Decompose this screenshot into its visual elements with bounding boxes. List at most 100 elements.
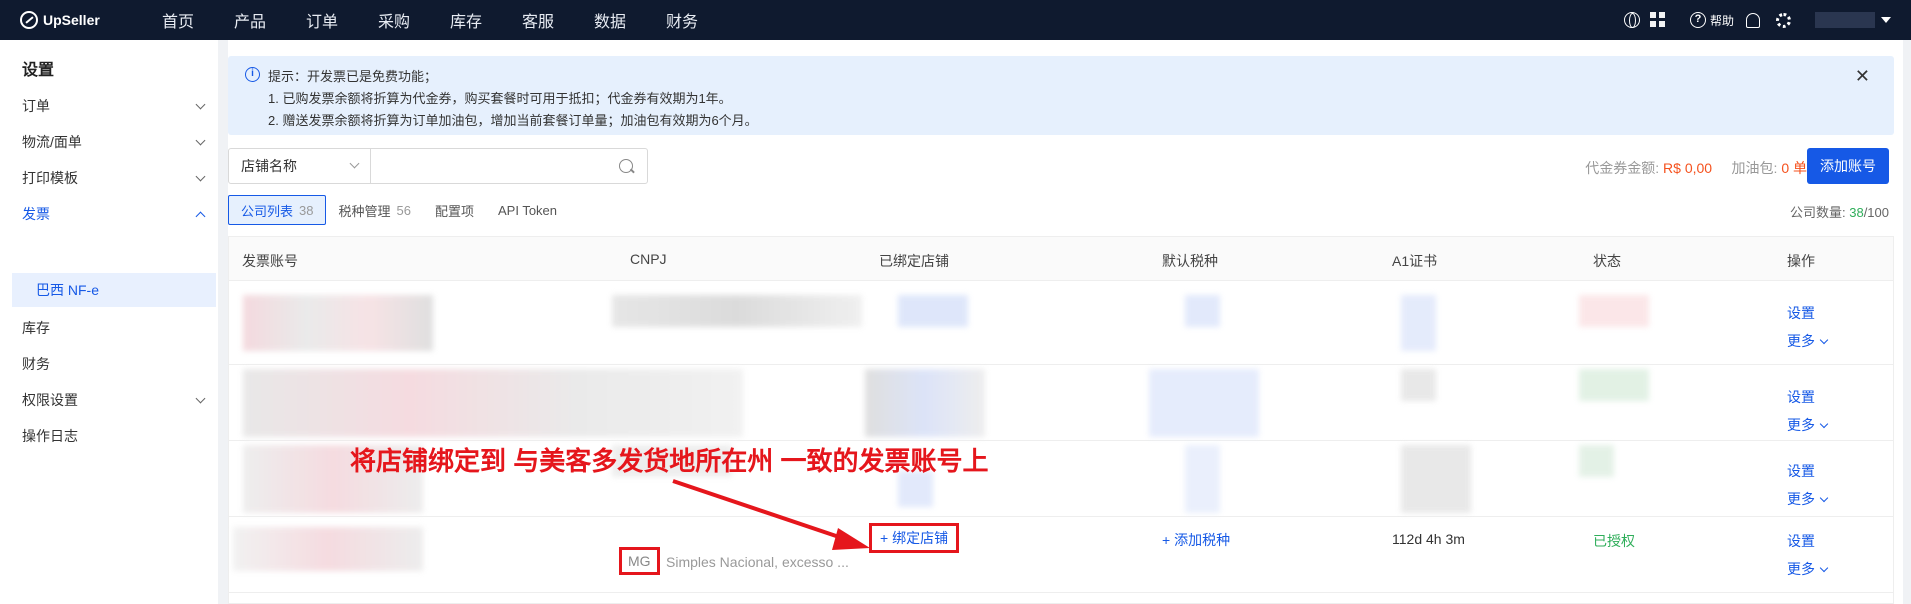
fuel-pack-label: 加油包: bbox=[1731, 160, 1778, 176]
notice-line-2: 2. 赠送发票余额将折算为订单加油包，增加当前套餐订单量；加油包有效期为6个月。 bbox=[268, 113, 758, 128]
column-header: 发票账号 bbox=[242, 253, 298, 269]
more-menu[interactable]: 更多 bbox=[1787, 331, 1827, 351]
nav-data[interactable]: 数据 bbox=[574, 8, 646, 32]
tab-label: 税种管理 bbox=[338, 203, 391, 219]
column-header: 已绑定店铺 bbox=[879, 253, 949, 269]
filter-select-value: 店铺名称 bbox=[241, 158, 297, 174]
redacted-account bbox=[233, 527, 423, 571]
sidebar-subitem-brazil-nfe[interactable]: 巴西 NF-e bbox=[12, 273, 216, 307]
top-right-tools: ? 帮助 bbox=[1623, 0, 1911, 40]
main-nav: 首页 产品 订单 采购 库存 客服 数据 财务 bbox=[142, 8, 718, 32]
nav-orders[interactable]: 订单 bbox=[286, 8, 358, 32]
chevron-down-icon bbox=[195, 171, 206, 182]
sidebar-item-label: 物流/面单 bbox=[22, 134, 82, 150]
bind-store-button[interactable]: + 绑定店铺 bbox=[869, 523, 960, 553]
nav-customer-service[interactable]: 客服 bbox=[502, 8, 574, 32]
company-table: 发票账号 CNPJ 已绑定店铺 默认税种 A1证书 状态 操作 设置 更多 设置… bbox=[228, 236, 1894, 604]
nav-products[interactable]: 产品 bbox=[214, 8, 286, 32]
search-input[interactable] bbox=[371, 149, 619, 183]
search-filter: 店铺名称 bbox=[228, 148, 648, 184]
settings-link[interactable]: 设置 bbox=[1787, 531, 1815, 551]
tab-label: API Token bbox=[497, 202, 558, 218]
redacted-status bbox=[1579, 369, 1649, 401]
tab-configuration[interactable]: 配置项 bbox=[423, 195, 486, 225]
upseller-logo[interactable]: UpSeller bbox=[20, 11, 142, 29]
redacted-cert bbox=[1401, 369, 1436, 401]
nav-inventory[interactable]: 库存 bbox=[430, 8, 502, 32]
add-account-button[interactable]: 添加账号 bbox=[1807, 148, 1889, 184]
info-icon: i bbox=[245, 67, 260, 82]
gear-icon[interactable] bbox=[1776, 12, 1791, 28]
sidebar-item-print-templates[interactable]: 打印模板 bbox=[0, 160, 218, 196]
sidebar-item-label: 权限设置 bbox=[22, 392, 78, 408]
notice-banner: i 提示：开发票已是免费功能； 1. 已购发票余额将折算为代金券，购买套餐时可用… bbox=[228, 56, 1894, 135]
add-tax-button[interactable]: + 添加税种 bbox=[1162, 530, 1230, 550]
more-menu[interactable]: 更多 bbox=[1787, 489, 1827, 509]
annotation-text: 将店铺绑定到 与美客多发货地所在州 一致的发票账号上 bbox=[350, 446, 989, 476]
chevron-down-icon bbox=[195, 99, 206, 110]
logo-text: UpSeller bbox=[43, 12, 100, 28]
sidebar-item-label: 库存 bbox=[22, 320, 50, 336]
table-row: 设置 更多 bbox=[229, 281, 1893, 365]
help-button[interactable]: ? 帮助 bbox=[1689, 12, 1734, 29]
user-account[interactable] bbox=[1815, 12, 1875, 28]
table-row: 设置 更多 bbox=[229, 365, 1893, 441]
nav-home[interactable]: 首页 bbox=[142, 8, 214, 32]
sidebar-item-label: 发票 bbox=[22, 206, 50, 222]
sidebar-item-label: 操作日志 bbox=[22, 428, 78, 444]
column-header: 状态 bbox=[1593, 253, 1621, 269]
help-icon: ? bbox=[1689, 12, 1706, 28]
redacted-status bbox=[1579, 295, 1649, 327]
more-menu[interactable]: 更多 bbox=[1787, 415, 1827, 435]
balance-info: 代金券金额: R$ 0,00 加油包: 0 单 bbox=[1585, 158, 1807, 178]
company-count-total: /100 bbox=[1863, 205, 1889, 220]
redacted-account bbox=[243, 295, 433, 351]
search-icon[interactable] bbox=[619, 159, 633, 173]
company-count: 公司数量: 38/100 bbox=[1790, 202, 1889, 221]
tabs: 公司列表 38 税种管理 56 配置项 API Token bbox=[228, 195, 569, 225]
chevron-down-icon bbox=[195, 135, 206, 146]
state-badge: MG bbox=[619, 547, 660, 575]
table-header: 发票账号 CNPJ 已绑定店铺 默认税种 A1证书 状态 操作 bbox=[229, 237, 1893, 281]
sidebar-item-orders[interactable]: 订单 bbox=[0, 88, 218, 124]
sidebar-item-label: 订单 bbox=[22, 98, 50, 114]
column-header: CNPJ bbox=[630, 251, 667, 267]
redacted-status bbox=[1579, 445, 1614, 477]
close-icon[interactable]: ✕ bbox=[1855, 66, 1870, 87]
chevron-down-icon[interactable] bbox=[1881, 17, 1891, 23]
sidebar-item-label: 财务 bbox=[22, 356, 50, 372]
company-count-used: 38 bbox=[1849, 205, 1864, 220]
globe-icon[interactable] bbox=[1623, 12, 1640, 28]
column-header: 操作 bbox=[1787, 253, 1815, 269]
redacted-tax bbox=[1185, 445, 1220, 513]
settings-sidebar: 设置 订单 物流/面单 打印模板 发票 巴西 NF-e 库存 财务 权限设置 操… bbox=[0, 40, 218, 604]
settings-link[interactable]: 设置 bbox=[1787, 303, 1815, 323]
sidebar-item-invoice[interactable]: 发票 bbox=[0, 196, 218, 232]
tab-tax-management[interactable]: 税种管理 56 bbox=[326, 195, 422, 225]
redacted-account bbox=[243, 369, 743, 437]
tab-company-list[interactable]: 公司列表 38 bbox=[228, 195, 327, 225]
help-label: 帮助 bbox=[1709, 13, 1734, 28]
settings-link[interactable]: 设置 bbox=[1787, 461, 1815, 481]
filter-field-select[interactable]: 店铺名称 bbox=[229, 149, 371, 183]
tab-count: 56 bbox=[396, 202, 411, 218]
bell-icon[interactable] bbox=[1746, 12, 1760, 28]
column-header: A1证书 bbox=[1392, 253, 1438, 269]
sidebar-item-logistics[interactable]: 物流/面单 bbox=[0, 124, 218, 160]
voucher-label: 代金券金额: bbox=[1585, 160, 1660, 176]
more-menu[interactable]: 更多 bbox=[1787, 559, 1827, 579]
apps-grid-icon[interactable] bbox=[1649, 12, 1666, 28]
sidebar-item-permissions[interactable]: 权限设置 bbox=[0, 382, 218, 418]
sidebar-item-finance[interactable]: 财务 bbox=[0, 346, 218, 382]
nav-finance[interactable]: 财务 bbox=[646, 8, 718, 32]
notice-title: 提示：开发票已是免费功能； bbox=[268, 69, 438, 84]
top-bar: UpSeller 首页 产品 订单 采购 库存 客服 数据 财务 ? 帮助 bbox=[0, 0, 1911, 40]
tab-api-token[interactable]: API Token bbox=[486, 195, 569, 225]
sidebar-title: 设置 bbox=[22, 62, 55, 79]
settings-link[interactable]: 设置 bbox=[1787, 387, 1815, 407]
fuel-pack-value: 0 单 bbox=[1781, 160, 1807, 176]
nav-purchasing[interactable]: 采购 bbox=[358, 8, 430, 32]
sidebar-item-operation-log[interactable]: 操作日志 bbox=[0, 418, 218, 454]
sidebar-item-inventory[interactable]: 库存 bbox=[0, 310, 218, 346]
notice-line-1: 1. 已购发票余额将折算为代金券，购买套餐时可用于抵扣；代金券有效期为1年。 bbox=[268, 91, 732, 106]
